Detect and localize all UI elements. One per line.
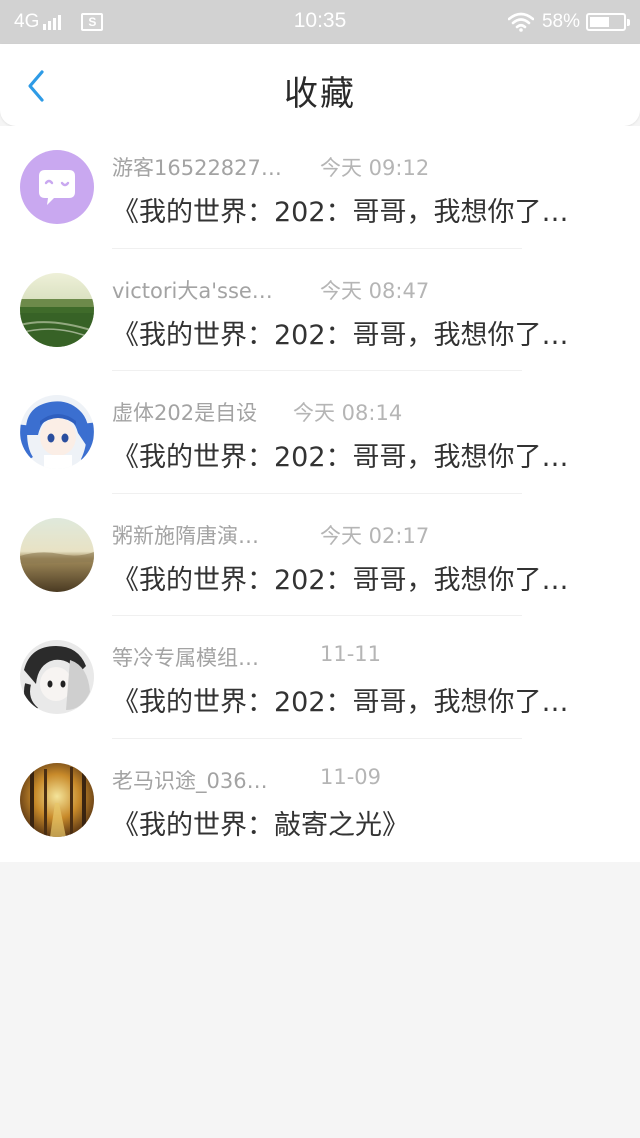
list-item[interactable]: 等冷专属模组… 11-11 《我的世界：202：哥哥，我想你了…: [0, 616, 640, 739]
item-title: 《我的世界：敲寄之光》: [112, 809, 409, 841]
item-title: 《我的世界：202：哥哥，我想你了…: [112, 687, 569, 719]
item-title: 《我的世界：202：哥哥，我想你了…: [112, 564, 569, 596]
item-time: 11-11: [320, 642, 382, 667]
item-time: 今天 02:17: [320, 523, 430, 548]
battery-icon: [586, 13, 630, 31]
battery-percent: 58%: [541, 11, 580, 32]
item-user: 等冷专属模组…: [112, 646, 259, 671]
item-time: 今天 08:14: [293, 401, 403, 426]
item-user: 游客16522827…: [112, 156, 282, 180]
item-time: 今天 08:47: [320, 278, 430, 303]
field-landscape-avatar: [20, 272, 94, 347]
autumn-forest-avatar: [20, 762, 94, 837]
list-item[interactable]: victori大a'sse… 今天 08:47 《我的世界：202：哥哥，我想你…: [0, 249, 640, 372]
list-item[interactable]: 粥新施隋唐演… 今天 02:17 《我的世界：202：哥哥，我想你了…: [0, 494, 640, 617]
page-title: 收藏: [284, 74, 356, 114]
list-item[interactable]: 游客16522827… 今天 09:12 《我的世界：202：哥哥，我想你了…: [0, 126, 640, 249]
item-time: 今天 09:12: [320, 156, 430, 180]
item-title: 《我的世界：202：哥哥，我想你了…: [112, 319, 569, 351]
status-bar: 4G S 10:35 58%: [0, 0, 640, 44]
wifi-icon: [507, 12, 534, 32]
item-user: 粥新施隋唐演…: [112, 523, 259, 548]
item-user: victori大a'sse…: [112, 278, 273, 303]
item-title: 《我的世界：202：哥哥，我想你了…: [112, 442, 569, 474]
chat-bubble-avatar: [20, 150, 94, 224]
anime-blue-hair-avatar: [20, 395, 94, 470]
list-item[interactable]: 虚体202是自设 今天 08:14 《我的世界：202：哥哥，我想你了…: [0, 371, 640, 494]
sunset-landscape-avatar: [20, 517, 94, 592]
anime-mono-avatar: [20, 640, 94, 715]
item-title: 《我的世界：202：哥哥，我想你了…: [112, 197, 569, 228]
item-user: 老马识途_036…: [112, 768, 268, 793]
item-user: 虚体202是自设: [112, 401, 258, 426]
list-item[interactable]: 老马识途_036… 11-09 《我的世界：敲寄之光》: [0, 739, 640, 862]
battery-fill: [590, 17, 609, 27]
nav-header: 收藏: [0, 44, 640, 126]
item-time: 11-09: [320, 764, 382, 789]
favorites-list: 游客16522827… 今天 09:12 《我的世界：202：哥哥，我想你了… …: [0, 126, 640, 862]
